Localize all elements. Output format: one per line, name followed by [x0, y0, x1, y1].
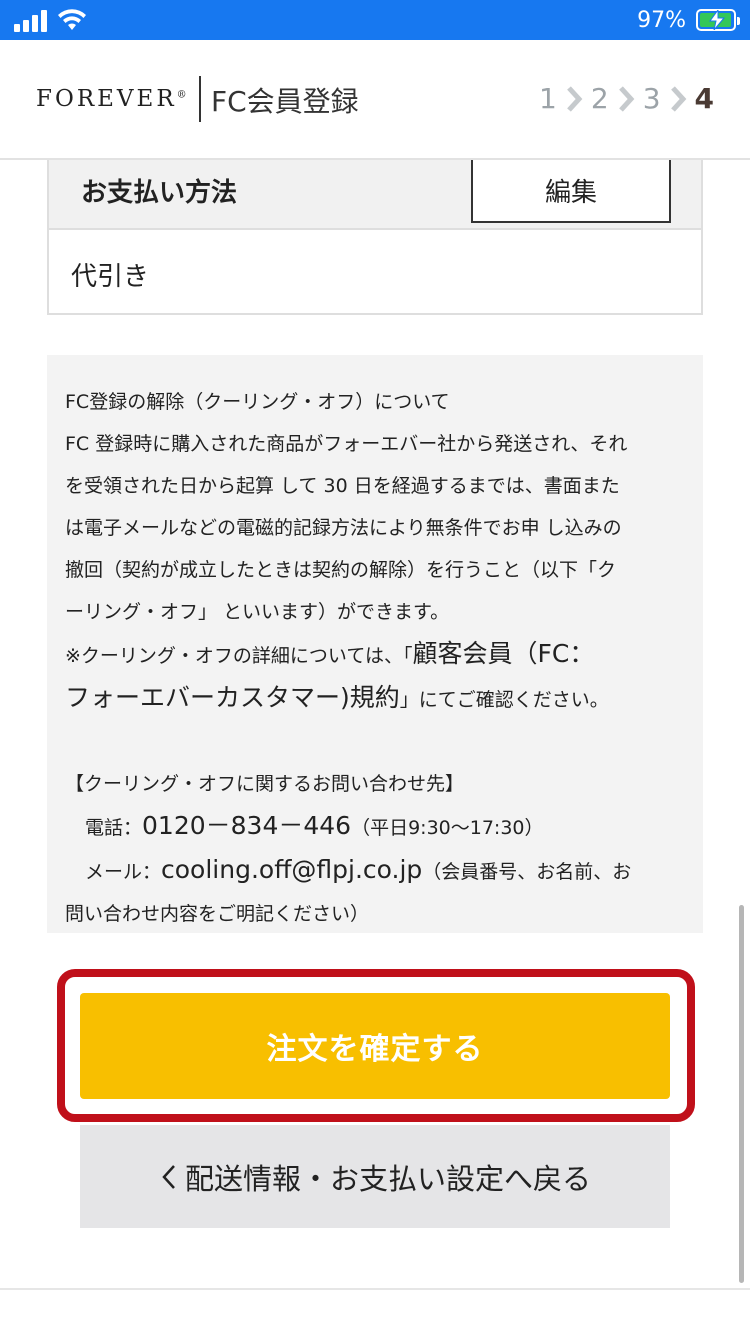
- notice-text: ーリング・オフ」 といいます）ができます。: [65, 601, 450, 623]
- confirm-order-button[interactable]: 注文を確定する: [80, 993, 670, 1099]
- chevron-right-icon: [567, 85, 583, 112]
- step-indicator: 1 2 3 4: [539, 82, 714, 115]
- notice-title: FC登録の解除（クーリング・オフ）について: [65, 391, 450, 413]
- contact-mail: メール：cooling.off@flpj.co.jp（会員番号、お名前、お: [85, 855, 632, 884]
- phone-number[interactable]: 0120－834－446: [142, 811, 351, 840]
- notice-text: は電子メールなどの電磁的記録方法により無条件でお申 し込みの: [65, 517, 622, 539]
- status-bar: 97%: [0, 0, 750, 40]
- page-header: FOREVER® FC会員登録 1 2 3 4: [0, 40, 750, 160]
- status-right: 97%: [637, 5, 740, 35]
- notice-text: FC 登録時に購入された商品がフォーエバー社から発送され、それ: [65, 433, 628, 455]
- forever-logo[interactable]: FOREVER®: [36, 86, 187, 112]
- battery-percent: 97%: [637, 7, 686, 33]
- status-left: [14, 8, 87, 32]
- chevron-left-icon: [162, 1164, 175, 1189]
- payment-method-header: お支払い方法 編集: [49, 160, 701, 230]
- step-3: 3: [642, 82, 661, 115]
- wifi-icon: [58, 9, 86, 30]
- chevron-right-icon: [618, 85, 635, 112]
- terms-link[interactable]: フォーエバーカスタマー)規約: [65, 683, 400, 712]
- battery-icon: [696, 9, 740, 31]
- cellular-signal-icon: [14, 10, 47, 32]
- notice-text: 撤回（契約が成立したときは契約の解除）を行うこと（以下「ク: [65, 559, 617, 581]
- confirm-button-highlight: 注文を確定する: [57, 969, 695, 1122]
- cooling-off-notice: FC登録の解除（クーリング・オフ）について FC 登録時に購入された商品がフォー…: [47, 355, 703, 933]
- page-title: FC会員登録: [211, 85, 359, 118]
- back-to-shipping-button[interactable]: 配送情報・お支払い設定へ戻る: [80, 1125, 670, 1228]
- terms-link[interactable]: 顧客会員（FC：: [412, 639, 594, 668]
- back-button-label: 配送情報・お支払い設定へ戻る: [184, 1161, 591, 1196]
- chevron-right-icon: [670, 85, 686, 112]
- charging-bolt-icon: [709, 10, 726, 30]
- step-1: 1: [539, 82, 557, 115]
- mail-address[interactable]: cooling.off@flpj.co.jp: [161, 855, 422, 884]
- contact-mail-note: 問い合わせ内容をご明記ください）: [65, 903, 370, 925]
- header-divider: [199, 76, 201, 122]
- step-2: 2: [590, 82, 609, 115]
- payment-method-value: 代引き: [71, 262, 150, 292]
- bottom-divider: [0, 1288, 750, 1290]
- contact-heading: 【クーリング・オフに関するお問い合わせ先】: [65, 773, 465, 795]
- step-4-current: 4: [694, 82, 714, 115]
- payment-method-section: お支払い方法 編集 代引き: [47, 160, 703, 315]
- scrollbar[interactable]: [739, 905, 744, 1283]
- payment-method-heading: お支払い方法: [81, 178, 238, 208]
- edit-payment-button[interactable]: 編集: [471, 160, 671, 223]
- notice-terms-line: フォーエバーカスタマー)規約」にてご確認ください。: [65, 683, 609, 712]
- notice-text: を受領された日から起算 して 30 日を経過するまでは、書面また: [65, 475, 620, 497]
- notice-terms-line: ※クーリング・オフの詳細については、「顧客会員（FC：: [65, 639, 595, 668]
- contact-phone: 電話：0120－834－446（平日9:30～17:30）: [85, 811, 544, 840]
